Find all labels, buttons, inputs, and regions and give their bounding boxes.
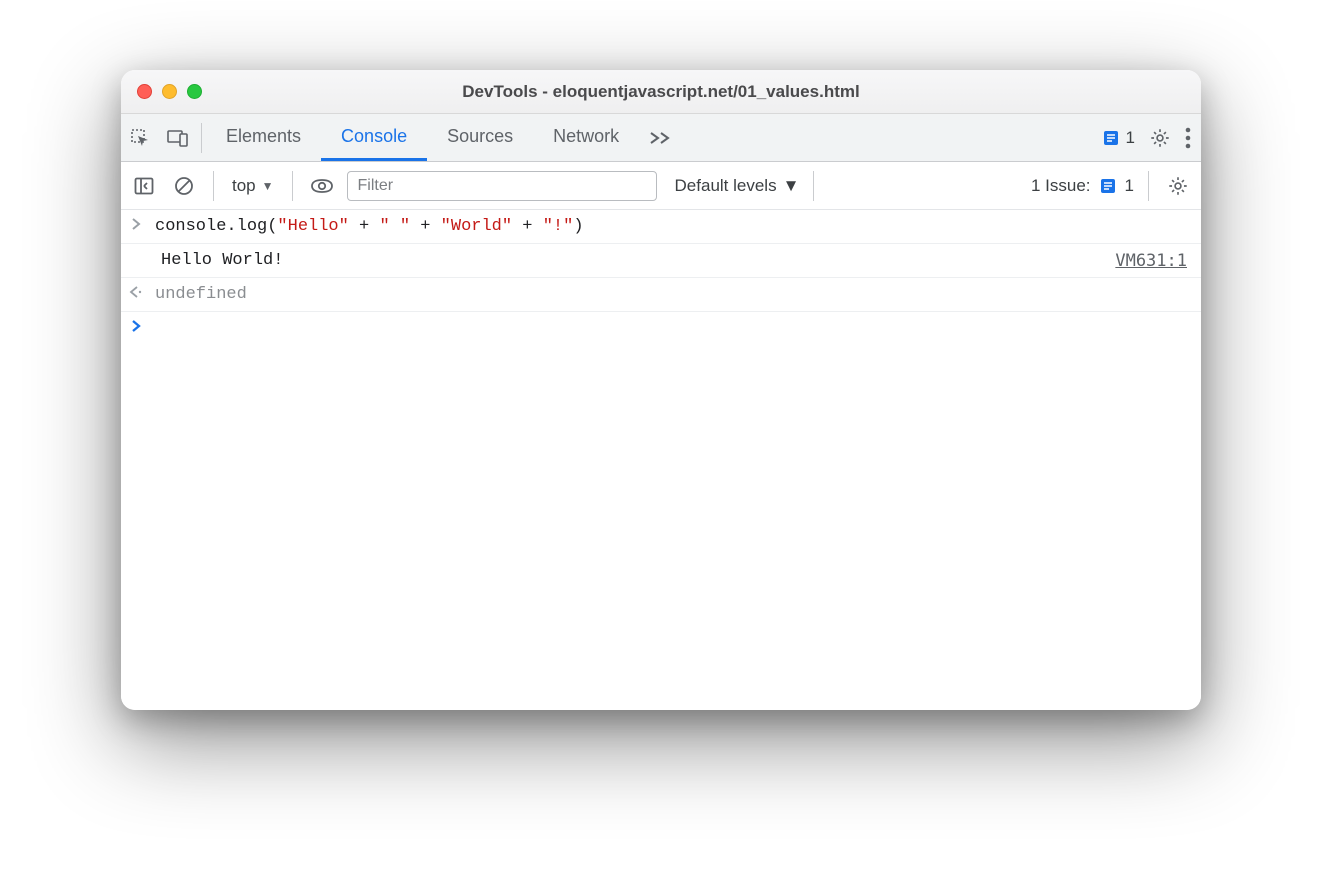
filter-input[interactable] bbox=[347, 171, 657, 201]
clear-console-icon[interactable] bbox=[169, 171, 199, 201]
more-options-icon[interactable] bbox=[1185, 127, 1191, 149]
toggle-sidebar-icon[interactable] bbox=[129, 171, 159, 201]
chevron-down-icon: ▼ bbox=[262, 179, 274, 193]
prompt-chevron-icon bbox=[121, 312, 151, 333]
divider bbox=[292, 171, 293, 201]
console-return-row: undefined bbox=[121, 278, 1201, 312]
tab-network[interactable]: Network bbox=[533, 114, 639, 161]
tab-elements[interactable]: Elements bbox=[206, 114, 321, 161]
input-chevron-icon bbox=[121, 210, 151, 231]
divider bbox=[813, 171, 814, 201]
chevron-down-icon: ▼ bbox=[783, 176, 800, 196]
console-output-area[interactable]: console.log("Hello" + " " + "World" + "!… bbox=[121, 210, 1201, 710]
issues-link[interactable]: 1 Issue: 1 bbox=[1031, 176, 1134, 196]
levels-label: Default levels bbox=[675, 176, 777, 196]
console-log-message[interactable]: Hello World! bbox=[121, 244, 1115, 277]
divider bbox=[213, 171, 214, 201]
settings-icon[interactable] bbox=[1149, 127, 1171, 149]
divider bbox=[201, 123, 202, 153]
more-tabs-button[interactable] bbox=[639, 114, 681, 161]
window-title: DevTools - eloquentjavascript.net/01_val… bbox=[121, 82, 1201, 102]
console-prompt-input[interactable] bbox=[151, 312, 1201, 326]
console-input-row: console.log("Hello" + " " + "World" + "!… bbox=[121, 210, 1201, 244]
main-tabbar: Elements Console Sources Network 1 bbox=[121, 114, 1201, 162]
issue-icon bbox=[1102, 129, 1120, 147]
minimize-window-button[interactable] bbox=[162, 84, 177, 99]
tab-sources[interactable]: Sources bbox=[427, 114, 533, 161]
devtools-window: DevTools - eloquentjavascript.net/01_val… bbox=[121, 70, 1201, 710]
close-window-button[interactable] bbox=[137, 84, 152, 99]
return-arrow-icon bbox=[121, 278, 151, 299]
issues-label: 1 Issue: bbox=[1031, 176, 1091, 196]
issues-count: 1 bbox=[1126, 128, 1135, 148]
titlebar[interactable]: DevTools - eloquentjavascript.net/01_val… bbox=[121, 70, 1201, 114]
maximize-window-button[interactable] bbox=[187, 84, 202, 99]
issue-icon bbox=[1099, 177, 1117, 195]
device-toolbar-icon[interactable] bbox=[159, 128, 197, 148]
console-prompt-row[interactable] bbox=[121, 312, 1201, 346]
console-log-row: Hello World! VM631:1 bbox=[121, 244, 1201, 278]
inspect-element-icon[interactable] bbox=[121, 128, 159, 148]
console-return-value[interactable]: undefined bbox=[151, 278, 1201, 311]
live-expression-icon[interactable] bbox=[307, 171, 337, 201]
divider bbox=[1148, 171, 1149, 201]
context-label: top bbox=[232, 176, 256, 196]
console-settings-icon[interactable] bbox=[1163, 171, 1193, 201]
console-log-source-link[interactable]: VM631:1 bbox=[1115, 244, 1201, 271]
log-levels-select[interactable]: Default levels ▼ bbox=[667, 176, 800, 196]
console-toolbar: top ▼ Default levels ▼ 1 Issue: 1 bbox=[121, 162, 1201, 210]
execution-context-select[interactable]: top ▼ bbox=[228, 176, 278, 196]
console-input-code[interactable]: console.log("Hello" + " " + "World" + "!… bbox=[151, 210, 1201, 243]
issues-indicator[interactable]: 1 bbox=[1102, 128, 1135, 148]
issues-count: 1 bbox=[1125, 176, 1134, 196]
window-controls bbox=[121, 84, 202, 99]
tab-console[interactable]: Console bbox=[321, 114, 427, 161]
